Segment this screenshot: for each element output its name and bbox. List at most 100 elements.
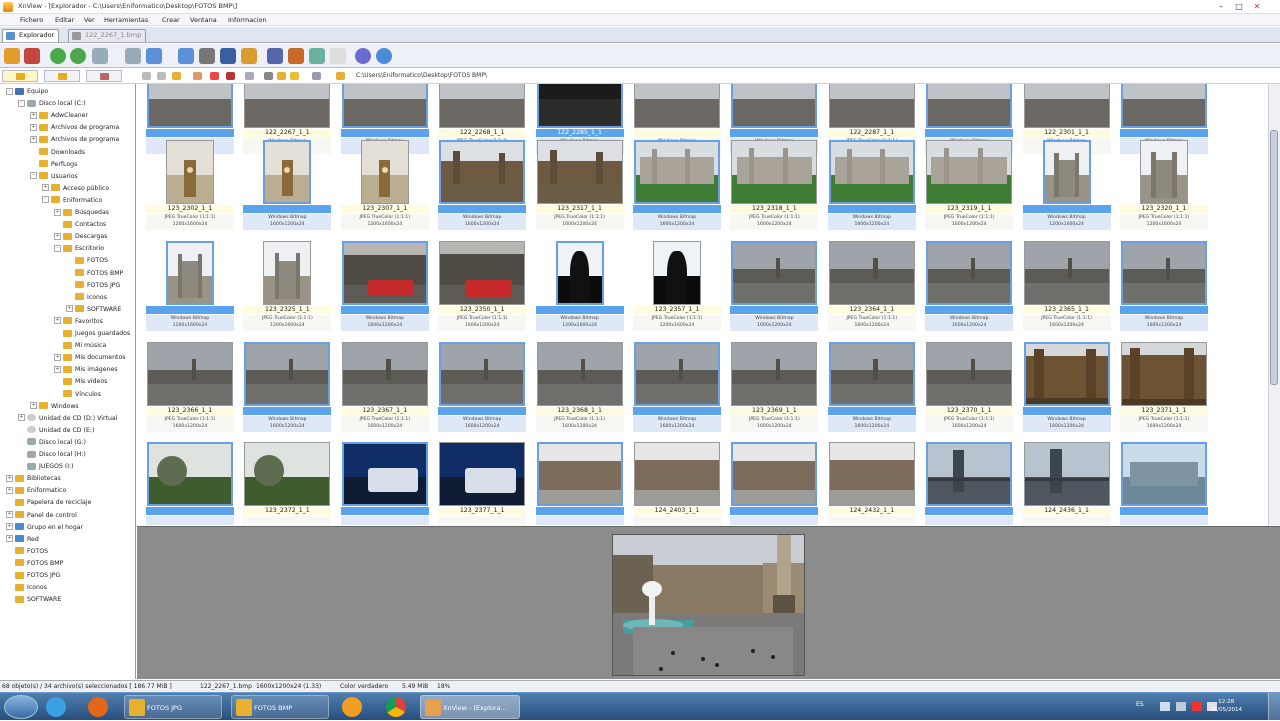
thumbnail-image[interactable] bbox=[536, 442, 623, 506]
thumbnail-item[interactable]: Windows Bitmap 1600x1200x24 bbox=[240, 138, 334, 235]
thumbnail-item[interactable]: 123_2368_1_1 JPEG TrueColor (1:1:1) 1600x1… bbox=[533, 340, 627, 437]
new-folder-icon[interactable] bbox=[193, 72, 202, 80]
tree-item-unidad-de-cd-e[interactable]: Unidad de CD (E:) bbox=[18, 425, 94, 437]
tree-item-juegos-i[interactable]: JUEGOS (I:) bbox=[18, 461, 74, 473]
thumbnail-item[interactable]: Windows Bitmap 1600x1200x24 bbox=[338, 239, 432, 336]
thumbnail-image[interactable] bbox=[536, 140, 623, 204]
tree-item-iconos[interactable]: Iconos bbox=[6, 582, 47, 594]
thumbnail-item[interactable]: Windows Bitmap 1600x1200x24 bbox=[727, 239, 821, 336]
tree-item-eniformatico[interactable]: + Eniformatico bbox=[6, 485, 66, 497]
tree-item-disco-local-g[interactable]: Disco local (G:) bbox=[18, 437, 86, 449]
thumbnail-image[interactable] bbox=[341, 241, 428, 305]
taskbar-item-fotos-jpg[interactable]: FOTOS JPG bbox=[124, 695, 222, 719]
expand-toggle-icon[interactable]: + bbox=[54, 232, 61, 240]
thumbnail-image[interactable] bbox=[634, 140, 720, 204]
expand-toggle-icon[interactable]: + bbox=[6, 535, 13, 543]
tree-item-mi-m-sica[interactable]: Mi música bbox=[54, 340, 106, 352]
thumbnail-item[interactable]: 124_2436_1_1 bbox=[1020, 440, 1114, 525]
thumbnail-image[interactable] bbox=[1121, 342, 1207, 406]
tree-item-fotos-bmp[interactable]: FOTOS BMP bbox=[66, 268, 123, 280]
thumbnail-item[interactable] bbox=[727, 440, 821, 525]
thumbnail-image[interactable] bbox=[926, 84, 1013, 128]
tray-icon[interactable] bbox=[1160, 702, 1170, 711]
view-icon[interactable] bbox=[125, 48, 141, 64]
tree-item-bibliotecas[interactable]: + Bibliotecas bbox=[6, 473, 61, 485]
tree-item-favoritos[interactable]: + Favoritos bbox=[54, 316, 103, 328]
clock[interactable]: 12:28 06/05/2014 bbox=[1210, 698, 1242, 714]
minimize-button[interactable]: – bbox=[1214, 1, 1228, 12]
expand-toggle-icon[interactable]: - bbox=[18, 99, 25, 107]
thumbnail-item[interactable]: 123_2372_1_1 bbox=[240, 440, 334, 525]
thumbnail-image[interactable] bbox=[731, 342, 818, 406]
expand-toggle-icon[interactable]: + bbox=[30, 402, 37, 410]
thumbnail-image[interactable] bbox=[1023, 442, 1110, 506]
menu-crear[interactable]: Crear bbox=[162, 16, 180, 24]
thumbnail-item[interactable]: 123_2370_1_1 JPEG TrueColor (1:1:1) 1600x1… bbox=[922, 340, 1016, 437]
thumbnail-item[interactable]: Windows Bitmap 1600x1200x24 bbox=[435, 340, 529, 437]
thumbnail-image[interactable] bbox=[1042, 140, 1091, 204]
thumbnail-item[interactable]: Windows Bitmap 1600x1200x24 bbox=[825, 340, 919, 437]
thumbnail-image[interactable] bbox=[166, 140, 214, 204]
menu-fichero[interactable]: Fichero bbox=[20, 16, 43, 24]
thumbnail-item[interactable]: Windows Bitmap 1600x1200x24 bbox=[1117, 239, 1211, 336]
taskbar-item-xnview[interactable]: XnView - [Explora... bbox=[420, 695, 520, 719]
tab-image[interactable]: 122_2267_1.bmp bbox=[68, 29, 147, 42]
tree-item-disco-local-c[interactable]: - Disco local (C:) bbox=[18, 98, 85, 110]
thumbnail-image[interactable] bbox=[731, 442, 818, 506]
show-desktop-button[interactable] bbox=[1268, 693, 1280, 721]
thumbnail-image[interactable] bbox=[653, 241, 701, 305]
tree-item-grupo-en-el-hogar[interactable]: + Grupo en el hogar bbox=[6, 522, 83, 534]
thumbnail-image[interactable] bbox=[536, 84, 623, 128]
thumbnail-item[interactable]: 123_2365_1_1 JPEG TrueColor (1:1:1) 1600x1… bbox=[1020, 239, 1114, 336]
tree-item-red[interactable]: + Red bbox=[6, 534, 39, 546]
thumbnail-image[interactable] bbox=[731, 140, 818, 204]
thumbnail-item[interactable]: 123_2371_1_1 JPEG TrueColor (1:1:1) 1600x1… bbox=[1117, 340, 1211, 437]
tree-item-usuarios[interactable]: - Usuarios bbox=[30, 171, 78, 183]
thumbnail-item[interactable]: 123_2317_1_1 JPEG TrueColor (1:1:1) 1600x1… bbox=[533, 138, 627, 235]
info-icon[interactable] bbox=[376, 48, 392, 64]
tree-item-archivos-de-programa[interactable]: + Archivos de programa bbox=[30, 122, 119, 134]
expand-toggle-icon[interactable]: + bbox=[30, 123, 37, 131]
thumbnail-image[interactable] bbox=[360, 140, 409, 204]
slideshow-icon[interactable] bbox=[178, 48, 194, 64]
expand-toggle-icon[interactable]: + bbox=[18, 414, 25, 422]
thumbnail-image[interactable] bbox=[634, 342, 720, 406]
language-indicator[interactable]: ES bbox=[1136, 701, 1144, 708]
thumbnail-item[interactable]: Windows Bitmap 1600x1200x24 bbox=[435, 138, 529, 235]
thumbnail-image[interactable] bbox=[166, 241, 214, 305]
thumbnail-image[interactable] bbox=[1023, 342, 1110, 406]
print-icon[interactable] bbox=[199, 48, 215, 64]
view-mode-icon[interactable] bbox=[245, 72, 254, 80]
help-icon[interactable] bbox=[355, 48, 371, 64]
firefox-icon[interactable] bbox=[88, 697, 108, 717]
thumbnail-item[interactable]: 123_2302_1_1 JPEG TrueColor (1:1:1) 1200x1… bbox=[143, 138, 237, 235]
thumbnail-image[interactable] bbox=[731, 241, 818, 305]
compare-icon[interactable] bbox=[146, 48, 162, 64]
thumbnail-item[interactable] bbox=[922, 440, 1016, 525]
tree-item-b-squedas[interactable]: + Búsquedas bbox=[54, 207, 109, 219]
tree-item-mis-v-deos[interactable]: Mis vídeos bbox=[54, 376, 107, 388]
thumbnail-image[interactable] bbox=[147, 342, 233, 406]
tree-item-archivos-de-programa[interactable]: + Archivos de programa bbox=[30, 134, 119, 146]
thumbnail-item[interactable] bbox=[533, 440, 627, 525]
tree-item-iconos[interactable]: Iconos bbox=[66, 292, 107, 304]
thumbnail-image[interactable] bbox=[439, 442, 526, 506]
thumbnail-image[interactable] bbox=[1023, 241, 1110, 305]
thumbnail-image[interactable] bbox=[244, 442, 331, 506]
media-player-icon[interactable] bbox=[342, 697, 362, 717]
thumbnail-item[interactable]: 123_2367_1_1 JPEG TrueColor (1:1:1) 1600x1… bbox=[338, 340, 432, 437]
thumbnail-item[interactable]: 123_2318_1_1 JPEG TrueColor (1:1:1) 1600x1… bbox=[727, 138, 821, 235]
close-button[interactable]: ✕ bbox=[1250, 1, 1264, 12]
scrollbar-thumb[interactable] bbox=[1270, 130, 1278, 385]
stop-icon[interactable] bbox=[226, 72, 235, 80]
thumbnail-image[interactable] bbox=[1121, 84, 1207, 128]
address-bar[interactable]: C:\Users\Eniformatico\Desktop\FOTOS BMP\ bbox=[356, 72, 487, 79]
thumbnail-item[interactable]: Windows Bitmap 1200x1600x24 bbox=[143, 239, 237, 336]
tree-item-perflogs[interactable]: PerfLogs bbox=[30, 159, 77, 171]
internet-explorer-icon[interactable] bbox=[46, 697, 66, 717]
thumbnail-image[interactable] bbox=[439, 241, 526, 305]
tools-icon[interactable] bbox=[92, 48, 108, 64]
thumbnail-item[interactable]: 123_2325_1_1 JPEG TrueColor (1:1:1) 1200x1… bbox=[240, 239, 334, 336]
tree-item-fotos-jpg[interactable]: FOTOS JPG bbox=[6, 570, 60, 582]
back-icon[interactable] bbox=[142, 72, 151, 80]
